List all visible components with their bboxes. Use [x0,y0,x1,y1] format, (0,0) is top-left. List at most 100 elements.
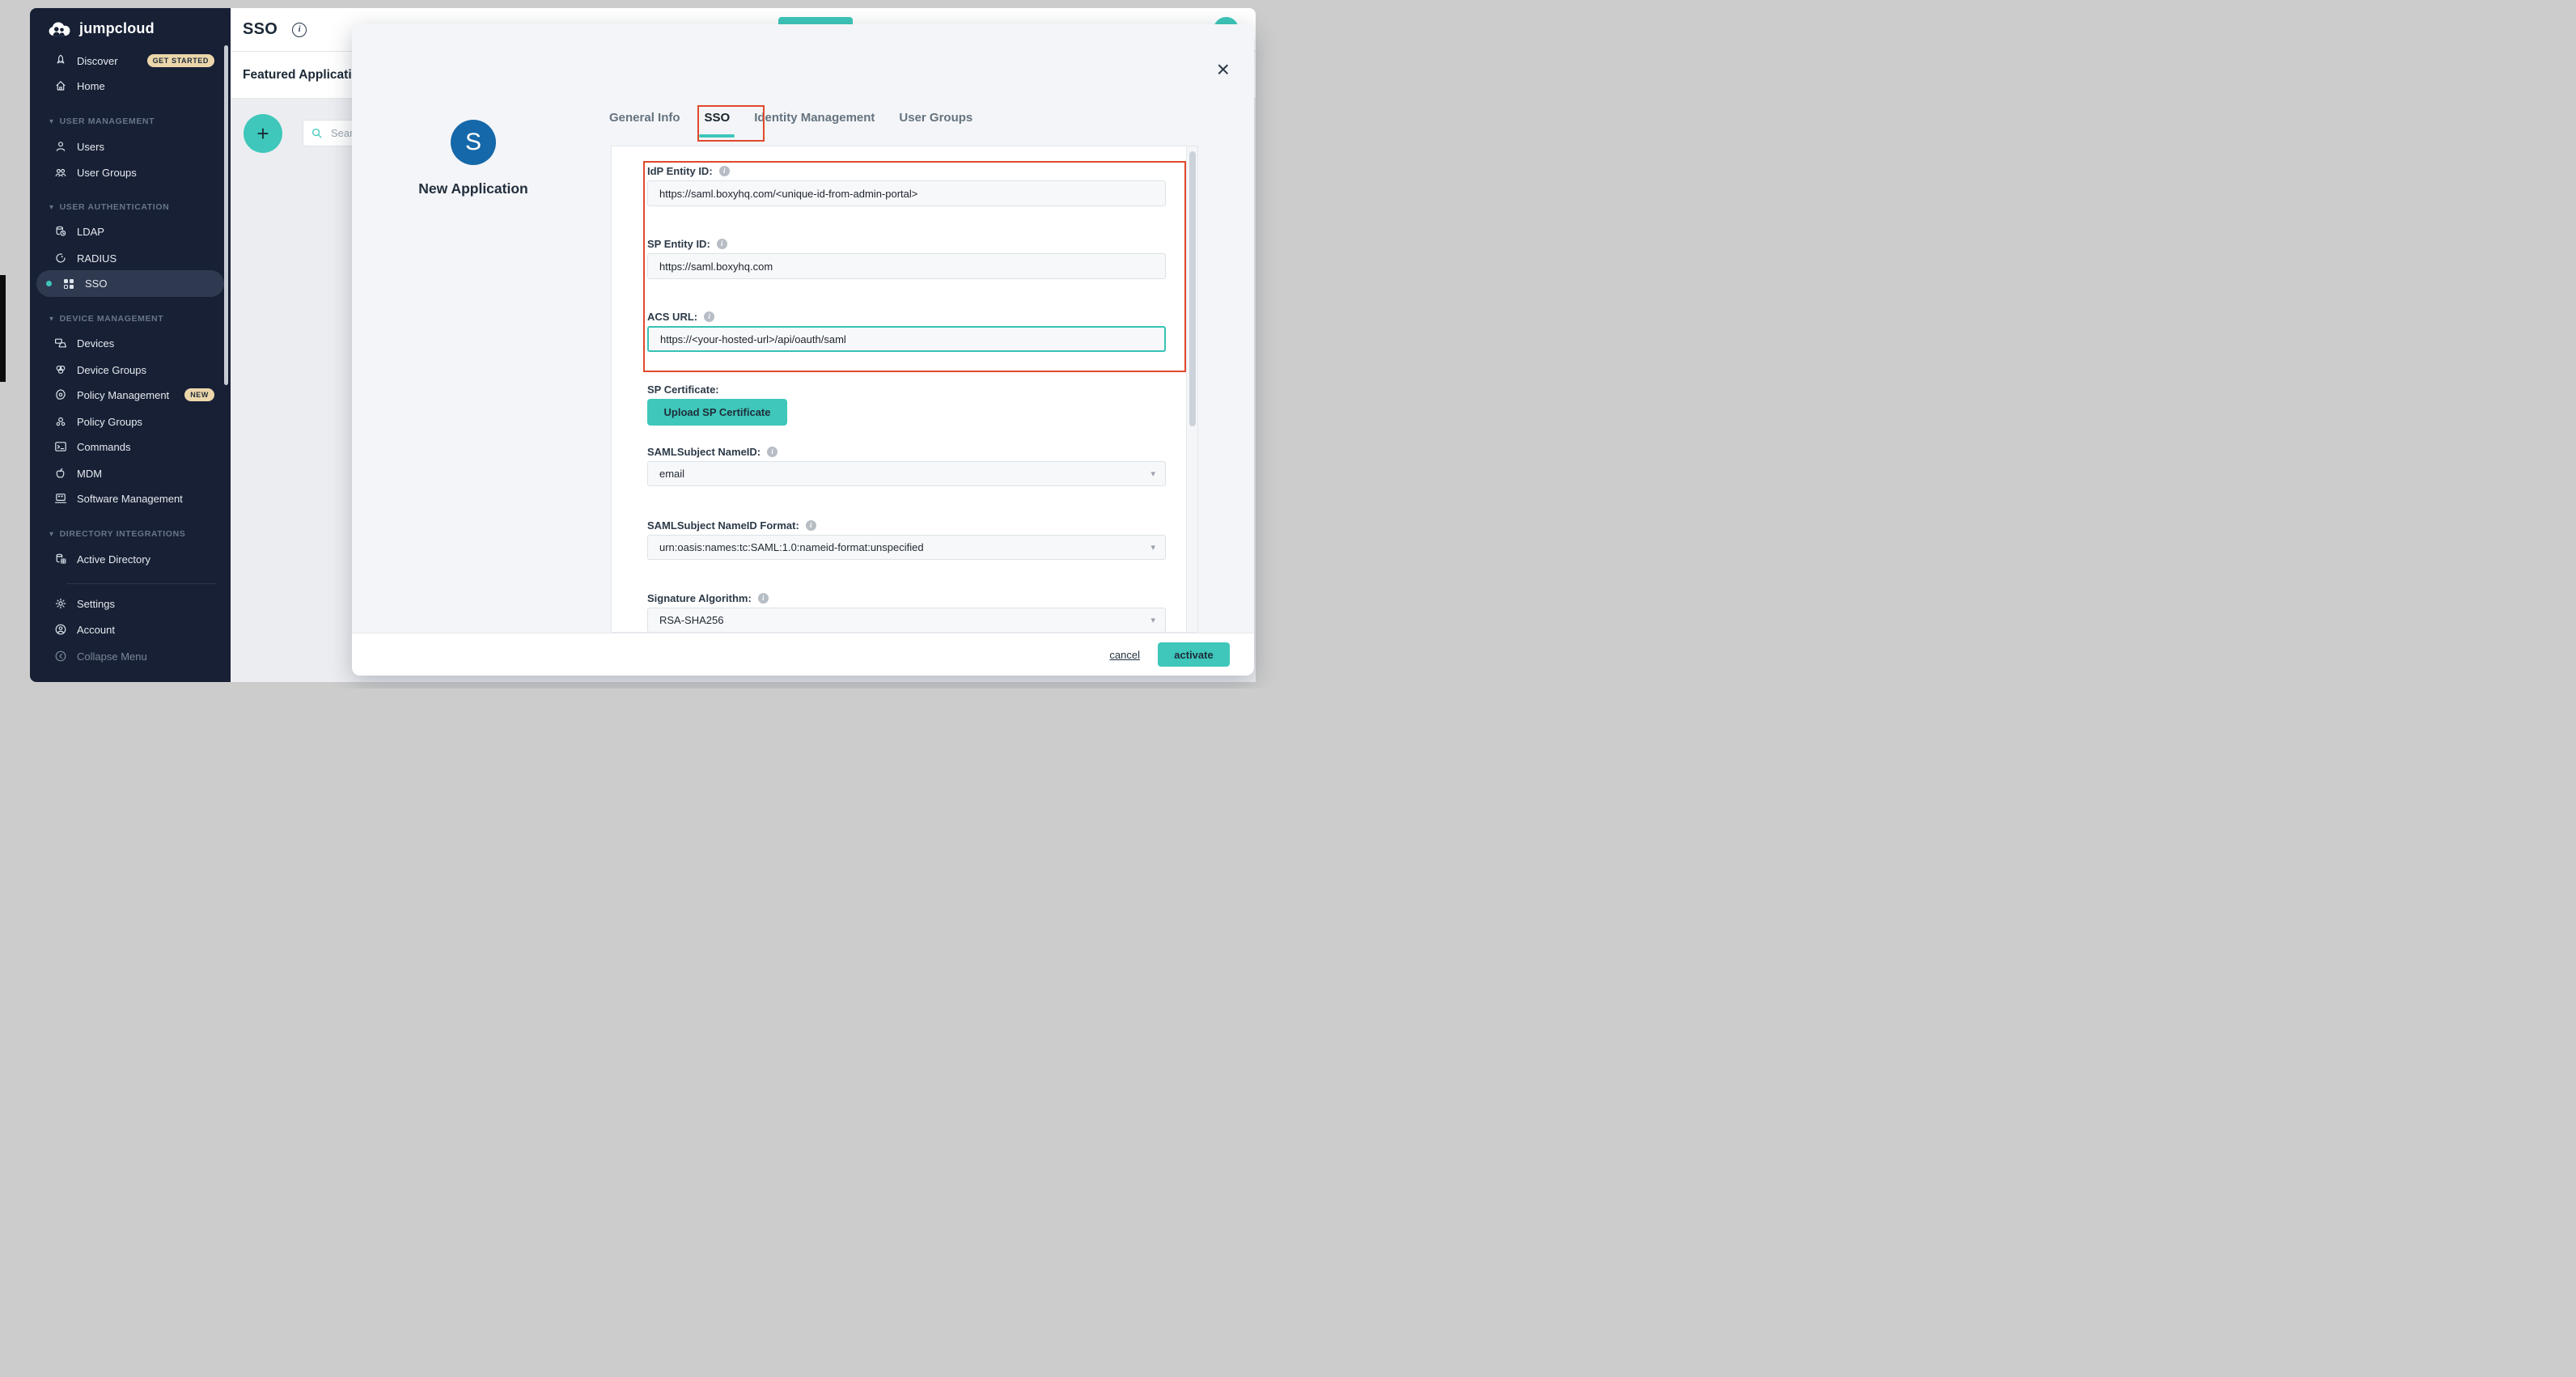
sidebar-item-mdm[interactable]: MDM [36,461,224,485]
sidebar-item-label: Devices [77,337,114,350]
sidebar-item-user-groups[interactable]: User Groups [36,160,224,184]
active-directory-icon [54,553,67,566]
app-screen: jumpcloud Discover GET STARTED Home ▾ US… [0,0,1288,688]
sso-application-modal: × S New Application General Info SSO Ide… [352,24,1254,676]
sidebar-section-device-management[interactable]: ▾ DEVICE MANAGEMENT [36,311,224,326]
sidebar-item-collapse-menu[interactable]: Collapse Menu [36,644,224,668]
tab-user-groups[interactable]: User Groups [899,111,972,129]
signature-algorithm-select[interactable]: RSA-SHA256 ▾ [647,608,1166,633]
sidebar-item-account[interactable]: Account [36,617,224,642]
sidebar-item-devices[interactable]: Devices [36,331,224,355]
radius-icon [54,252,67,265]
jumpcloud-logo[interactable]: jumpcloud [46,19,155,38]
saml-subject-nameid-format-label: SAMLSubject NameID Format: [647,519,799,532]
form-scrollbar-track[interactable] [1186,146,1197,632]
field-idp-entity-id: IdP Entity ID: i [647,163,1166,206]
selected-value: RSA-SHA256 [659,614,723,626]
collapse-arrow-icon [54,650,67,663]
sidebar-item-label: User Groups [77,167,137,179]
form-scrollbar-thumb[interactable] [1189,151,1196,426]
sidebar-scrollbar-thumb[interactable] [224,45,228,385]
section-title: DEVICE MANAGEMENT [60,314,164,324]
sidebar: jumpcloud Discover GET STARTED Home ▾ US… [30,8,231,682]
field-acs-url: ACS URL: i [647,309,1166,352]
sidebar-item-label: RADIUS [77,252,117,265]
software-icon [54,492,67,505]
info-icon[interactable]: i [717,239,727,249]
logo-wordmark: jumpcloud [79,20,155,37]
selected-value: urn:oasis:names:tc:SAML:1.0:nameid-forma… [659,541,924,553]
sidebar-item-settings[interactable]: Settings [36,591,224,616]
sidebar-item-policy-management[interactable]: Policy Management NEW [36,383,224,407]
users-group-icon [54,166,67,179]
add-application-button[interactable]: + [244,114,282,153]
sidebar-item-label: Policy Groups [77,416,142,428]
sidebar-section-directory-integrations[interactable]: ▾ DIRECTORY INTEGRATIONS [36,527,224,541]
info-icon[interactable]: i [767,447,777,457]
activate-button[interactable]: activate [1158,642,1230,667]
chevron-down-icon: ▾ [49,530,54,539]
section-title: USER MANAGEMENT [60,117,155,126]
idp-entity-id-input[interactable] [647,180,1166,206]
field-saml-subject-nameid-format: SAMLSubject NameID Format: i urn:oasis:n… [647,518,1166,560]
venn-icon [54,363,67,376]
sidebar-item-discover[interactable]: Discover GET STARTED [36,49,224,73]
sidebar-item-device-groups[interactable]: Device Groups [36,358,224,382]
sp-entity-id-input[interactable] [647,253,1166,279]
sidebar-item-label: SSO [85,278,107,290]
sidebar-item-label: Users [77,141,104,153]
info-icon[interactable]: i [758,593,769,604]
cancel-button[interactable]: cancel [1109,649,1140,661]
sidebar-item-radius[interactable]: RADIUS [36,246,224,270]
close-icon[interactable]: × [1212,57,1235,83]
info-icon[interactable]: i [292,23,307,37]
field-signature-algorithm: Signature Algorithm: i RSA-SHA256 ▾ [647,591,1166,633]
sidebar-section-user-authentication[interactable]: ▾ USER AUTHENTICATION [36,200,224,214]
sidebar-item-commands[interactable]: Commands [36,434,224,459]
new-badge: NEW [184,388,214,401]
info-icon[interactable]: i [719,166,730,176]
idp-entity-id-label: IdP Entity ID: [647,165,713,177]
page-title: SSO [243,20,278,39]
saml-subject-nameid-label: SAMLSubject NameID: [647,446,761,458]
acs-url-input[interactable] [647,326,1166,352]
tab-general-info[interactable]: General Info [609,111,680,129]
tab-identity-management[interactable]: Identity Management [754,111,875,129]
sidebar-item-label: Device Groups [77,364,146,376]
field-label-row: SP Entity ID: i [647,236,1166,251]
sidebar-item-label: Active Directory [77,553,150,566]
caret-down-icon: ▾ [1150,615,1155,625]
caret-down-icon: ▾ [1150,468,1155,479]
home-icon [54,79,67,92]
field-saml-subject-nameid: SAMLSubject NameID: i email ▾ [647,444,1166,486]
sidebar-section-user-management[interactable]: ▾ USER MANAGEMENT [36,114,224,129]
sidebar-item-users[interactable]: Users [36,134,224,159]
apple-icon [54,467,67,480]
field-label-row: ACS URL: i [647,309,1166,324]
saml-subject-nameid-select[interactable]: email ▾ [647,461,1166,486]
section-title: DIRECTORY INTEGRATIONS [60,529,186,539]
sidebar-item-policy-groups[interactable]: Policy Groups [36,409,224,434]
sidebar-item-software-management[interactable]: Software Management [36,486,224,511]
field-label-row: SP Certificate: [647,382,1166,396]
upload-sp-certificate-button[interactable]: Upload SP Certificate [647,399,787,426]
active-indicator-dot [46,281,52,286]
saml-subject-nameid-format-select[interactable]: urn:oasis:names:tc:SAML:1.0:nameid-forma… [647,535,1166,560]
sidebar-item-label: Policy Management [77,389,169,401]
info-icon[interactable]: i [704,311,714,322]
tab-sso[interactable]: SSO [705,111,731,129]
sidebar-item-home[interactable]: Home [36,74,224,98]
field-label-row: SAMLSubject NameID: i [647,444,1166,459]
sidebar-item-ldap[interactable]: LDAP [36,219,224,244]
rocket-icon [54,54,67,67]
sidebar-item-active-directory[interactable]: Active Directory [36,547,224,571]
terminal-icon [54,440,67,453]
info-icon[interactable]: i [806,520,816,531]
field-sp-entity-id: SP Entity ID: i [647,236,1166,279]
account-icon [54,623,67,636]
jumpcloud-cloud-icon [46,19,74,38]
sidebar-item-sso[interactable]: SSO [36,270,224,297]
sidebar-item-label: Settings [77,598,115,610]
field-label-row: SAMLSubject NameID Format: i [647,518,1166,532]
chevron-down-icon: ▾ [49,315,54,324]
